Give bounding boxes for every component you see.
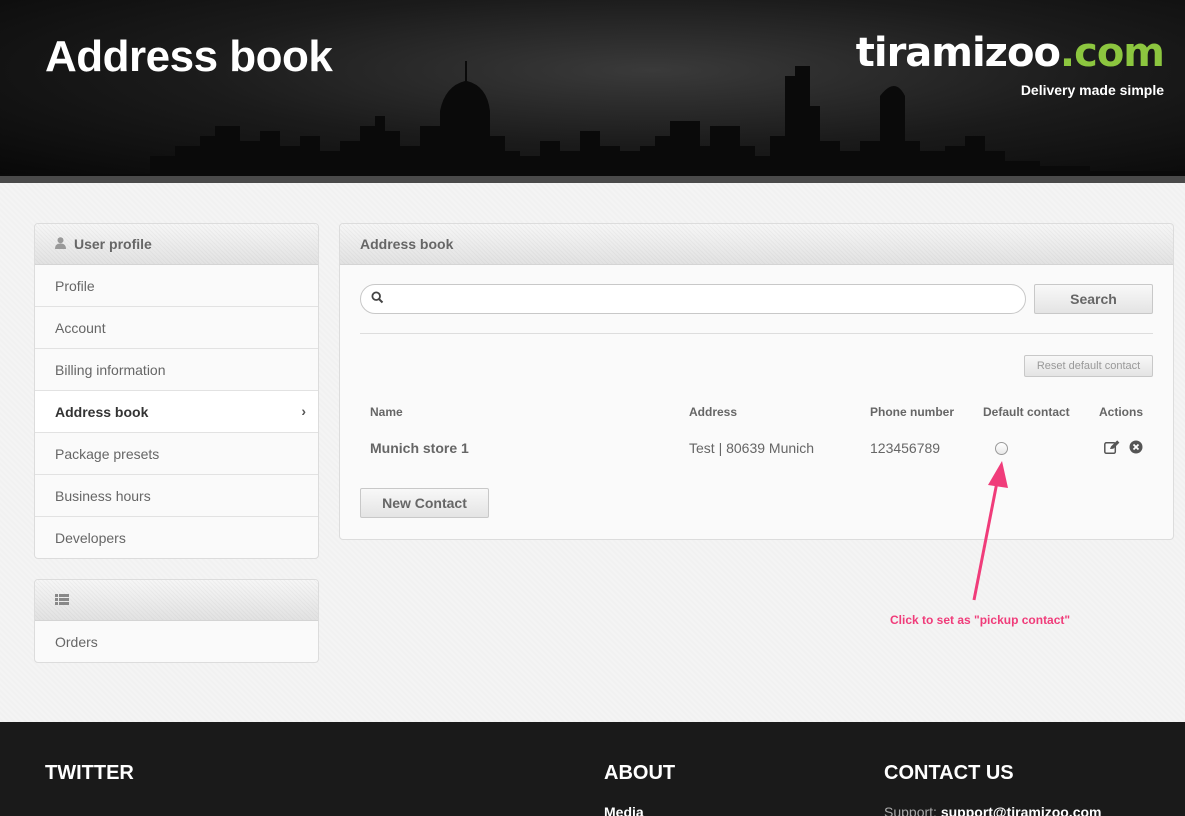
reset-default-contact-button[interactable]: Reset default contact [1024, 355, 1153, 377]
edit-icon[interactable] [1104, 440, 1120, 460]
address-book-panel: Address book Search Reset default contac… [339, 223, 1174, 540]
user-profile-header: User profile [35, 224, 318, 265]
support-email-link[interactable]: support@tiramizoo.com [941, 804, 1102, 816]
search-icon [371, 291, 384, 309]
sidebar-item-business-hours[interactable]: Business hours [35, 475, 318, 517]
column-header-phone: Phone number [870, 405, 955, 419]
page-header: Address book tiramizoo.com Delivery made… [0, 0, 1185, 176]
orders-header [35, 580, 318, 621]
chevron-right-icon: › [301, 403, 306, 419]
column-header-address: Address [689, 405, 738, 419]
footer-about-heading: ABOUT [604, 762, 676, 784]
sidebar-item-orders[interactable]: Orders [35, 621, 318, 662]
user-profile-title: User profile [74, 236, 152, 252]
sidebar-item-address-book[interactable]: Address book › [35, 391, 318, 433]
default-contact-radio[interactable] [995, 442, 1008, 455]
sidebar-item-account[interactable]: Account [35, 307, 318, 349]
annotation-arrow-icon [972, 461, 1008, 601]
orders-panel: Orders [34, 579, 319, 663]
contact-phone: 123456789 [870, 440, 941, 456]
divider [360, 333, 1153, 334]
page-footer: TWITTER ABOUT Media CONTACT US Support: … [0, 722, 1185, 816]
sidebar-item-billing-information[interactable]: Billing information [35, 349, 318, 391]
address-book-panel-title: Address book [360, 236, 454, 252]
footer-contact-heading: CONTACT US [884, 762, 1014, 784]
tiramizoo-logo[interactable]: tiramizoo.com [856, 30, 1165, 76]
search-box[interactable] [360, 284, 1026, 314]
search-input[interactable] [391, 289, 1011, 309]
user-profile-panel: User profile Profile Account Billing inf… [34, 223, 319, 559]
address-book-header: Address book [340, 224, 1173, 265]
footer-media-link[interactable]: Media [604, 804, 644, 816]
sidebar-item-profile[interactable]: Profile [35, 265, 318, 307]
footer-support-info: Support: support@tiramizoo.com [884, 804, 1102, 816]
contact-name: Munich store 1 [370, 440, 469, 456]
footer-twitter-heading: TWITTER [45, 762, 134, 784]
tagline: Delivery made simple [1020, 82, 1164, 98]
header-divider [0, 176, 1185, 183]
list-icon [55, 593, 69, 608]
column-header-default-contact: Default contact [983, 405, 1070, 419]
new-contact-button[interactable]: New Contact [360, 488, 489, 518]
contact-address: Test | 80639 Munich [689, 440, 815, 456]
page-title: Address book [45, 32, 333, 81]
annotation-text: Click to set as "pickup contact" [890, 613, 1071, 627]
column-header-actions: Actions [1099, 405, 1144, 419]
column-header-name: Name [370, 405, 403, 419]
search-button[interactable]: Search [1034, 284, 1153, 314]
sidebar-item-developers[interactable]: Developers [35, 517, 318, 558]
delete-icon[interactable] [1129, 440, 1143, 459]
user-icon [55, 236, 66, 252]
sidebar-item-package-presets[interactable]: Package presets [35, 433, 318, 475]
